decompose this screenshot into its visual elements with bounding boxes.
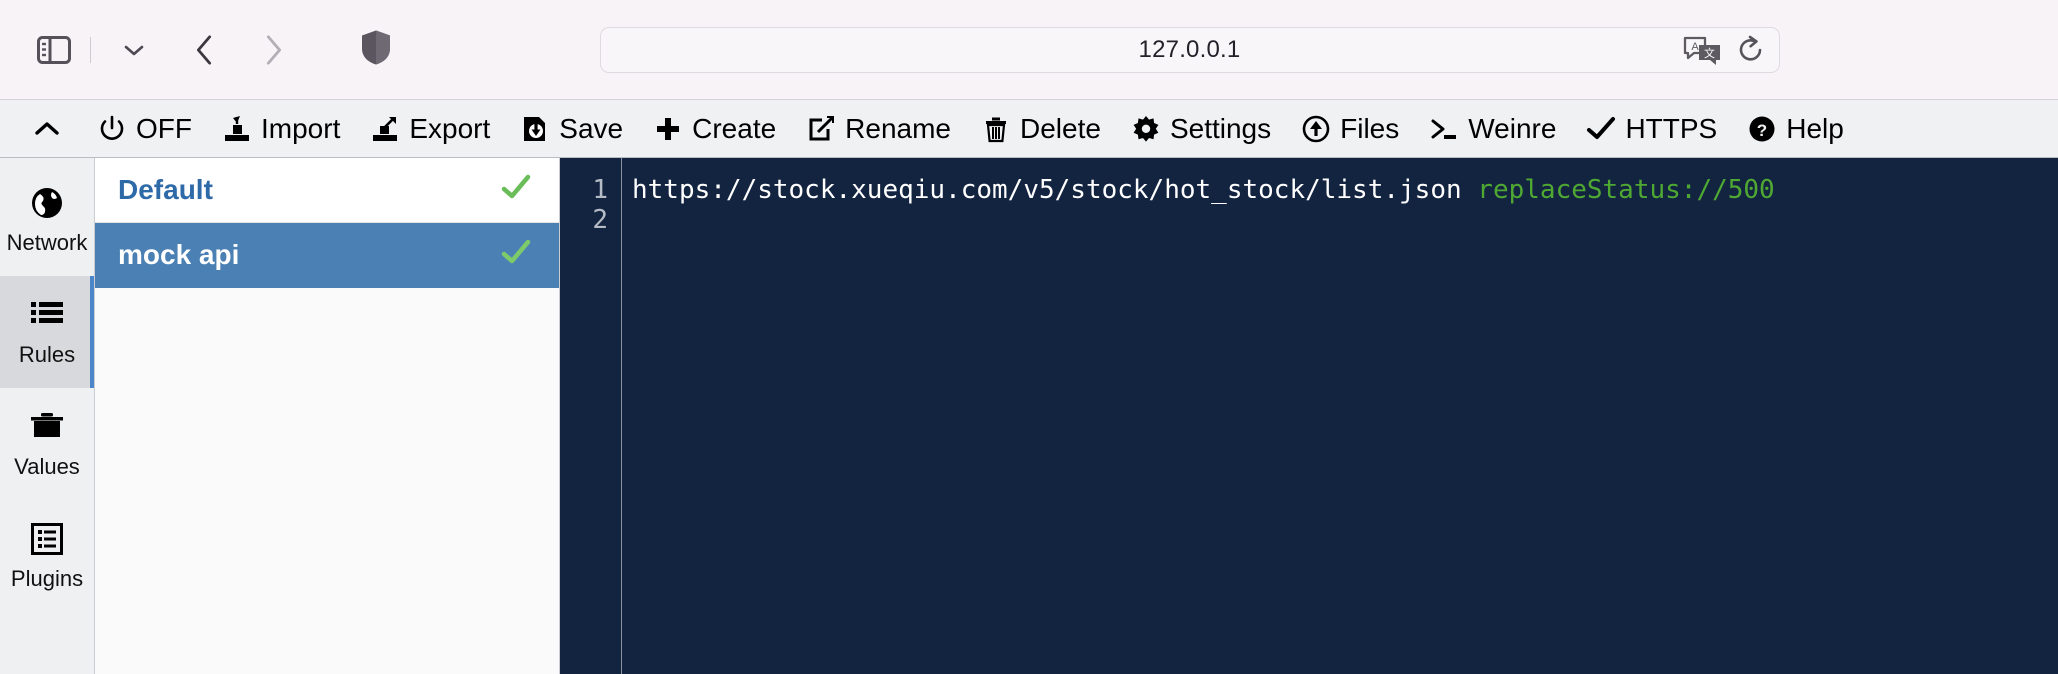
toolbar-item-delete[interactable]: Delete	[966, 100, 1116, 158]
rule-enabled-checkmark[interactable]	[501, 238, 531, 273]
nav-label: Values	[14, 453, 80, 479]
rule-editor[interactable]: 1 2 https://stock.xueqiu.com/v5/stock/ho…	[560, 158, 2058, 674]
translate-icon[interactable]: A 文	[1683, 35, 1723, 65]
import-icon	[222, 114, 252, 144]
toolbar-item-off[interactable]: OFF	[82, 100, 207, 158]
chevron-right-icon	[266, 35, 282, 65]
browser-nav-controls	[26, 22, 309, 78]
rule-list-item-mock-api[interactable]: mock api	[95, 223, 559, 288]
toolbar-item-settings[interactable]: Settings	[1116, 100, 1286, 158]
toolbar-item-save[interactable]: Save	[505, 100, 638, 158]
rule-list-item-default[interactable]: Default	[95, 158, 559, 223]
url-bar[interactable]: 127.0.0.1 A 文	[599, 27, 1780, 73]
url-bar-actions: A 文	[1683, 35, 1765, 65]
edit-square-icon	[806, 114, 836, 144]
rule-enabled-checkmark[interactable]	[501, 173, 531, 208]
app-toolbar: OFF Import Export Save Create Rename Del…	[0, 100, 2058, 158]
rule-name: Default	[118, 174, 213, 205]
toolbar-label: Import	[261, 112, 341, 144]
export-icon	[370, 114, 400, 144]
toolbar-label: Create	[692, 112, 777, 144]
folder-icon	[29, 409, 65, 445]
code-url-token: https://stock.xueqiu.com/v5/stock/hot_st…	[632, 175, 1462, 205]
chevron-left-icon	[196, 35, 212, 65]
nav-item-rules[interactable]: Rules	[0, 276, 94, 388]
toolbar-label: OFF	[136, 112, 192, 144]
nav-rail: Network Rules Values Plugins	[0, 158, 95, 674]
url-text: 127.0.0.1	[1138, 36, 1241, 63]
toolbar-label: Rename	[845, 112, 952, 144]
check-icon	[501, 174, 531, 198]
toolbar-item-files[interactable]: Files	[1286, 100, 1414, 158]
toolbar-item-rename[interactable]: Rename	[791, 100, 966, 158]
privacy-report-button[interactable]	[361, 30, 391, 71]
sidebar-toggle-button[interactable]	[26, 22, 82, 78]
sidebar-toggle-icon	[37, 36, 71, 64]
toolbar-item-create[interactable]: Create	[638, 100, 791, 158]
nav-label: Plugins	[10, 565, 84, 591]
check-icon	[1586, 114, 1616, 144]
toolbar-label: Help	[1786, 112, 1844, 144]
editor-code-area[interactable]: https://stock.xueqiu.com/v5/stock/hot_st…	[622, 158, 2058, 674]
upload-circle-icon	[1301, 114, 1331, 144]
toolbar-item-help[interactable]: ? Help	[1732, 100, 1859, 158]
main-content: Network Rules Values Plugins Default moc…	[0, 158, 2058, 674]
toolbar-label: Files	[1340, 112, 1400, 144]
toolbar-label: Settings	[1169, 112, 1272, 144]
svg-text:A: A	[1691, 41, 1699, 53]
question-circle-icon: ?	[1747, 114, 1777, 144]
list-icon	[29, 297, 65, 333]
back-button[interactable]	[169, 22, 239, 78]
chevron-down-icon	[124, 45, 144, 56]
editor-gutter: 1 2	[560, 158, 622, 674]
toolbar-label: HTTPS	[1625, 112, 1718, 144]
nav-item-network[interactable]: Network	[0, 164, 94, 276]
forward-button[interactable]	[239, 22, 309, 78]
power-icon	[97, 114, 127, 144]
line-number: 2	[592, 205, 608, 235]
address-bar-area: 127.0.0.1 A 文	[309, 27, 2032, 73]
toolbar-item-import[interactable]: Import	[207, 100, 355, 158]
app-window: 127.0.0.1 A 文 OFF Import Export Save Cre…	[0, 0, 2058, 674]
save-icon	[520, 114, 550, 144]
line-number: 1	[592, 175, 608, 205]
gear-icon	[1131, 114, 1161, 144]
nav-label: Network	[6, 229, 88, 255]
toolbar-divider	[90, 37, 91, 63]
terminal-icon	[1429, 114, 1459, 144]
toolbar-item-export[interactable]: Export	[355, 100, 505, 158]
toolbar-item-https[interactable]: HTTPS	[1571, 100, 1732, 158]
toolbar-label: Save	[559, 112, 624, 144]
reload-icon[interactable]	[1737, 35, 1765, 65]
code-operator-token: replaceStatus://500	[1477, 175, 1775, 205]
globe-icon	[29, 185, 65, 221]
chevron-up-icon	[32, 114, 62, 144]
rule-name: mock api	[118, 239, 240, 270]
svg-text:文: 文	[1704, 46, 1715, 60]
check-icon	[501, 239, 531, 263]
browser-toolbar: 127.0.0.1 A 文	[0, 0, 2058, 100]
rules-list-panel: Default mock api	[95, 158, 560, 674]
rules-list-empty-area[interactable]	[95, 288, 559, 674]
code-line: https://stock.xueqiu.com/v5/stock/hot_st…	[632, 175, 2058, 205]
toolbar-label: Weinre	[1468, 112, 1557, 144]
shield-icon	[362, 30, 390, 65]
toolbar-collapse-button[interactable]	[18, 100, 82, 158]
plugins-icon	[29, 521, 65, 557]
nav-item-plugins[interactable]: Plugins	[0, 500, 94, 612]
tab-overview-button[interactable]	[99, 22, 169, 78]
nav-label: Rules	[18, 341, 76, 367]
nav-item-values[interactable]: Values	[0, 388, 94, 500]
toolbar-item-weinre[interactable]: Weinre	[1414, 100, 1571, 158]
toolbar-label: Export	[409, 112, 491, 144]
trash-icon	[981, 114, 1011, 144]
svg-text:?: ?	[1757, 121, 1767, 140]
plus-icon	[653, 114, 683, 144]
toolbar-label: Delete	[1020, 112, 1101, 144]
